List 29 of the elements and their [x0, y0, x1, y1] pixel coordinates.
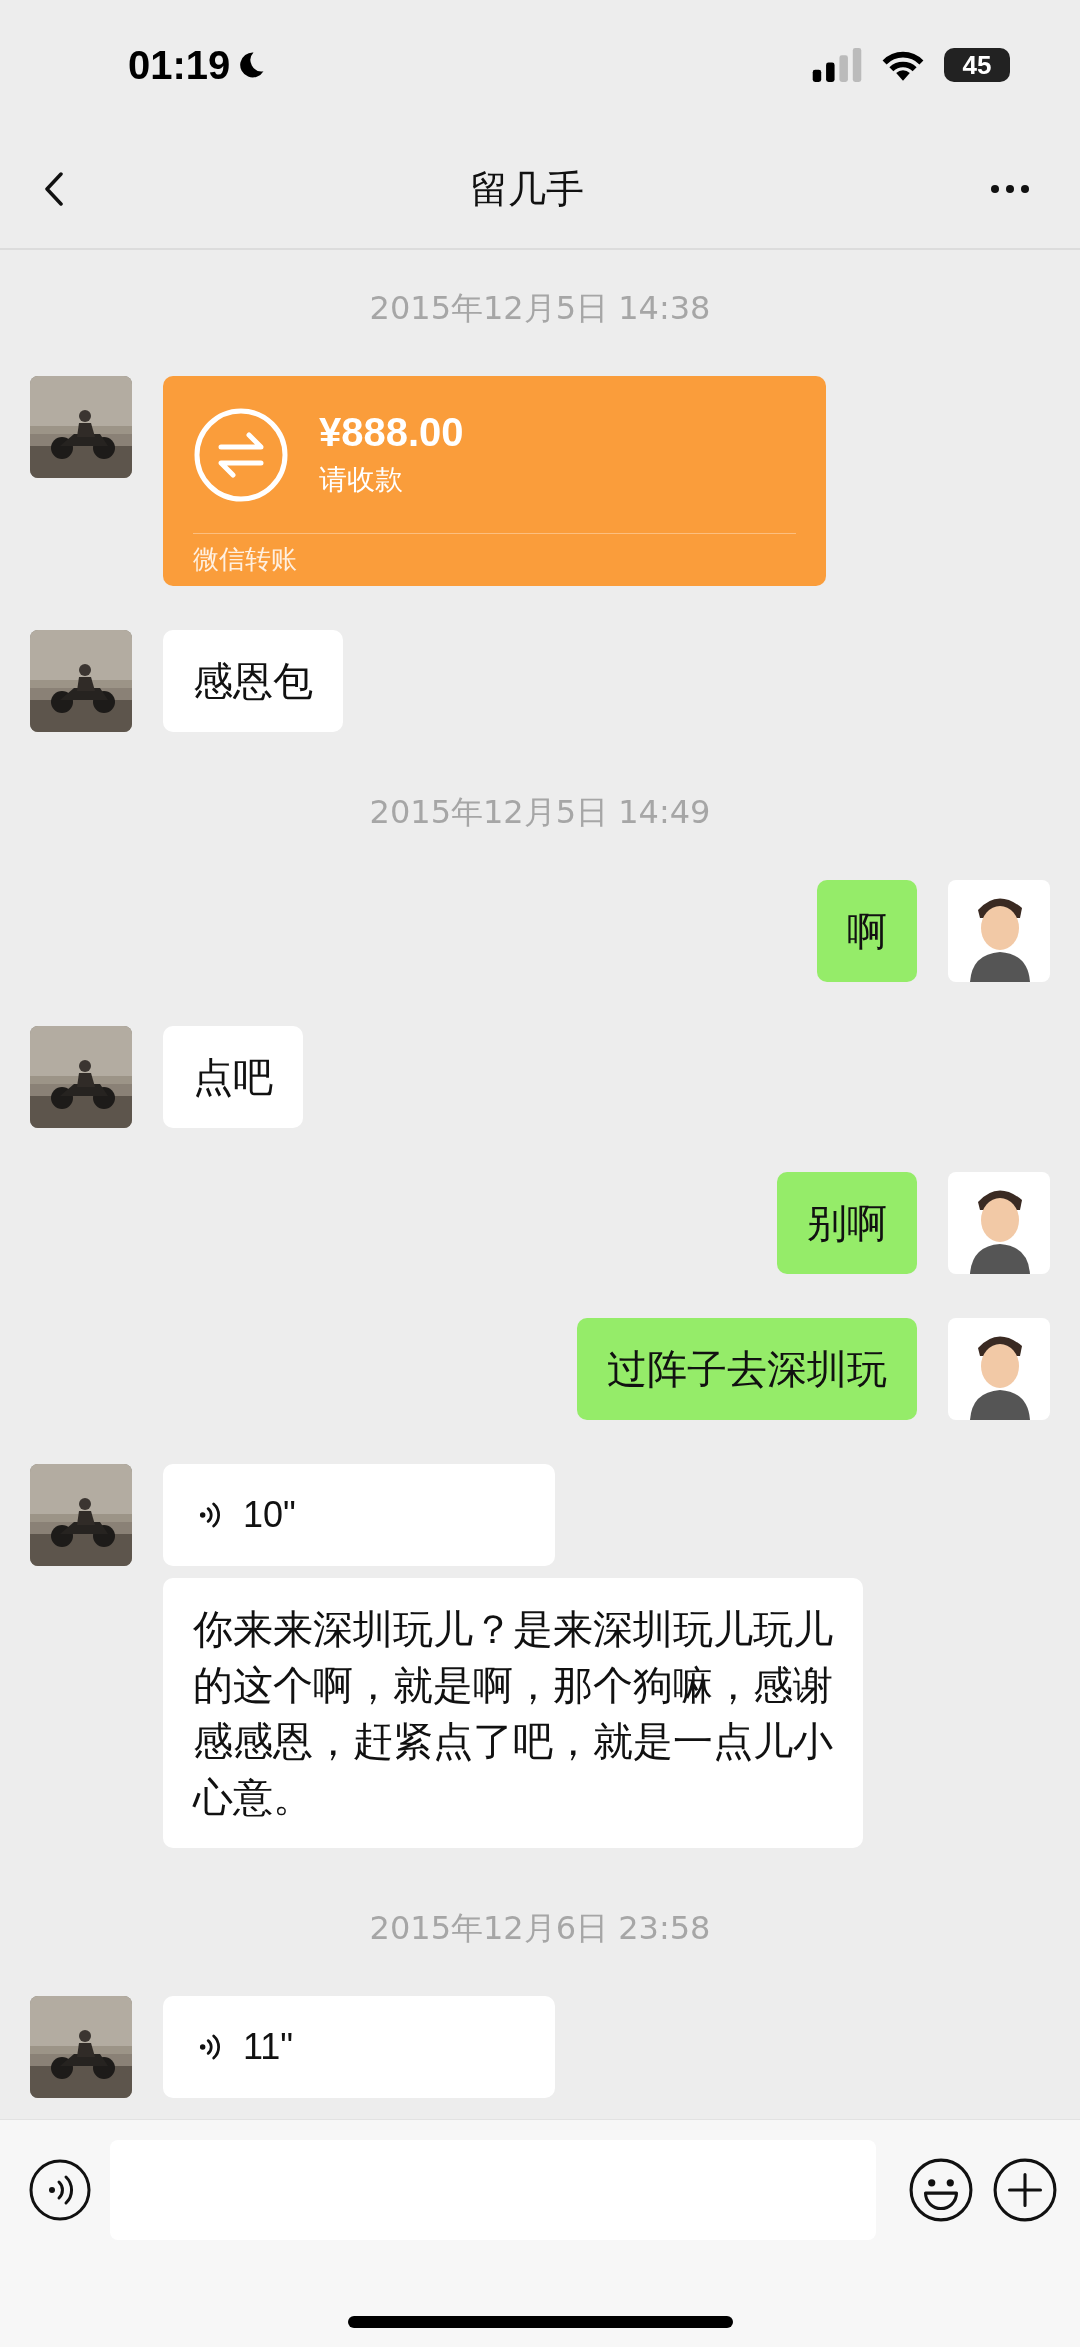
transfer-icon: [193, 406, 289, 503]
add-icon[interactable]: [992, 2157, 1058, 2223]
message-bubble[interactable]: 啊: [817, 880, 917, 982]
back-icon[interactable]: [44, 172, 64, 206]
person-avatar[interactable]: [948, 880, 1050, 982]
message-bubble[interactable]: 你来来深圳玩儿？是来深圳玩儿玩儿的这个啊，就是啊，那个狗嘛，感谢感感恩，赶紧点了吧，就是一点儿小心意。: [163, 1578, 863, 1848]
chat-title: 留几手: [470, 165, 584, 213]
battery-icon: 45: [944, 48, 1010, 82]
status-time: 01:19: [128, 42, 231, 88]
message-bubble[interactable]: 过阵子去深圳玩: [577, 1318, 917, 1420]
message-bubble[interactable]: 别啊: [777, 1172, 917, 1274]
emoji-icon[interactable]: [908, 2157, 974, 2223]
voice-icon: [199, 2033, 221, 2061]
person-avatar[interactable]: [948, 1172, 1050, 1274]
timestamp: 2015年12月6日 23:58: [369, 1908, 711, 1948]
message-bubble[interactable]: 点吧: [163, 1026, 303, 1128]
signal-icon: [812, 48, 862, 82]
transfer-note: 请收款: [319, 462, 404, 498]
transfer-label: 微信转账: [193, 543, 298, 576]
person-avatar[interactable]: [948, 1318, 1050, 1420]
voice-icon: [199, 1501, 221, 1529]
voice-message[interactable]: 11": [163, 1996, 555, 2098]
timestamp: 2015年12月5日 14:38: [369, 288, 711, 328]
voice-input-icon[interactable]: [28, 2158, 92, 2222]
voice-message[interactable]: 10": [163, 1464, 555, 1566]
transfer-amount: ¥888.00: [319, 410, 464, 455]
timestamp: 2015年12月5日 14:49: [369, 792, 711, 832]
more-icon[interactable]: [990, 184, 1030, 194]
message-bubble[interactable]: 感恩包: [163, 630, 343, 732]
